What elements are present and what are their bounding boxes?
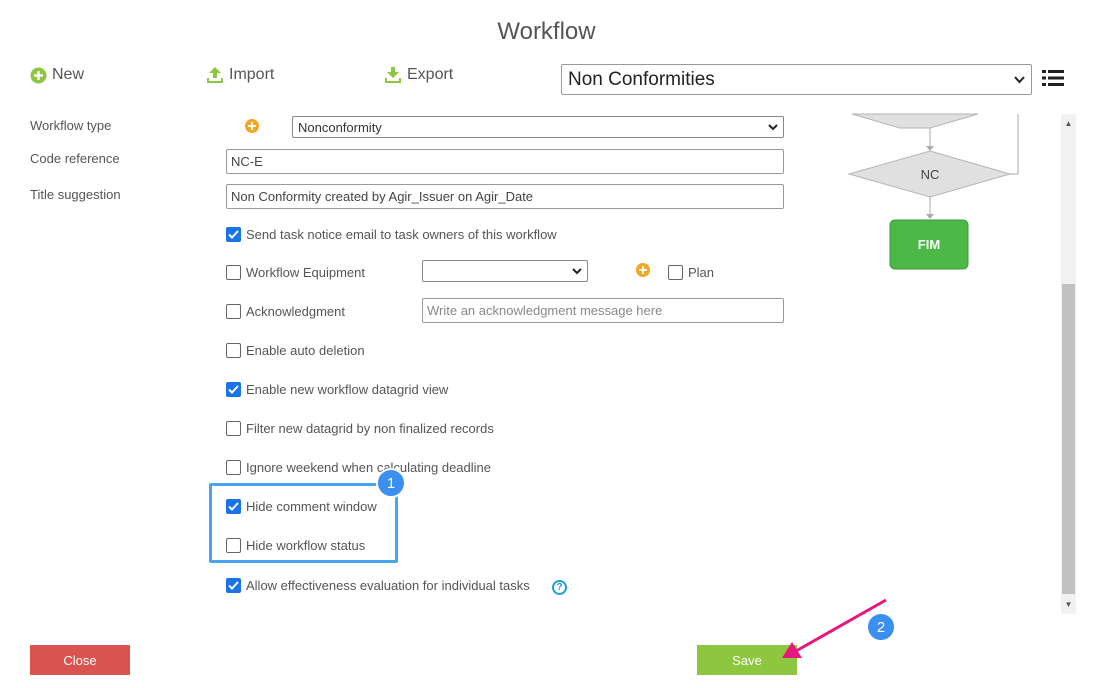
workflow-type-label: Workflow type bbox=[30, 118, 112, 133]
workflow-diagram: NC FIM bbox=[847, 113, 1019, 270]
checkbox-label: Acknowledgment bbox=[246, 304, 345, 319]
filter-datagrid-checkbox[interactable]: Filter new datagrid by non finalized rec… bbox=[226, 421, 494, 436]
download-icon bbox=[385, 67, 401, 83]
checkbox-label: Allow effectiveness evaluation for indiv… bbox=[246, 578, 530, 593]
checkbox-label: Enable new workflow datagrid view bbox=[246, 382, 449, 397]
add-equipment-icon[interactable] bbox=[636, 263, 650, 277]
hide-workflow-status-checkbox[interactable]: Hide workflow status bbox=[226, 538, 365, 553]
add-workflow-type-icon[interactable] bbox=[245, 119, 259, 133]
plan-label: Plan bbox=[688, 265, 715, 280]
new-datagrid-view-checkbox[interactable]: Enable new workflow datagrid view bbox=[226, 382, 448, 397]
code-reference-label: Code reference bbox=[30, 151, 120, 166]
workflow-type-select[interactable]: Nonconformity bbox=[292, 116, 784, 138]
scroll-up-icon[interactable]: ▲ bbox=[1061, 116, 1076, 131]
scroll-thumb[interactable] bbox=[1062, 284, 1075, 594]
checkbox-checked bbox=[226, 499, 241, 514]
workflow-select-value: Non Conformities bbox=[568, 68, 715, 90]
checkbox-unchecked bbox=[226, 421, 241, 436]
close-button[interactable]: Close bbox=[30, 645, 130, 675]
chevron-down-icon bbox=[1014, 75, 1025, 83]
acknowledgment-checkbox[interactable]: Acknowledgment bbox=[226, 304, 345, 319]
checkbox-label: Hide comment window bbox=[246, 499, 377, 514]
title-suggestion-label: Title suggestion bbox=[30, 187, 121, 202]
upload-icon bbox=[207, 67, 223, 83]
checkbox-unchecked bbox=[226, 343, 241, 358]
new-button[interactable]: New bbox=[30, 66, 84, 84]
import-label: Import bbox=[229, 66, 275, 83]
workflow-select[interactable]: Non Conformities bbox=[561, 64, 1032, 95]
chevron-down-icon bbox=[572, 267, 582, 274]
checkbox-label: Hide workflow status bbox=[246, 538, 366, 553]
page-title: Workflow bbox=[497, 18, 596, 45]
workflow-equipment-select[interactable] bbox=[422, 260, 588, 282]
title-suggestion-value: Non Conformity created by Agir_Issuer on… bbox=[231, 189, 534, 204]
help-icon[interactable]: ? bbox=[552, 580, 567, 595]
checkbox-label: Filter new datagrid by non finalized rec… bbox=[246, 421, 494, 436]
new-label: New bbox=[52, 66, 85, 83]
workflow-equipment-checkbox[interactable]: Workflow Equipment bbox=[226, 265, 365, 280]
acknowledgment-input[interactable]: Write an acknowledgment message here bbox=[422, 298, 784, 323]
code-reference-value: NC-E bbox=[231, 154, 263, 169]
checkbox-unchecked bbox=[226, 265, 241, 280]
ignore-weekend-checkbox[interactable]: Ignore weekend when calculating deadline bbox=[226, 460, 491, 475]
effectiveness-evaluation-checkbox[interactable]: Allow effectiveness evaluation for indiv… bbox=[226, 578, 530, 593]
checkbox-unchecked bbox=[226, 304, 241, 319]
checkbox-checked bbox=[226, 227, 241, 242]
checkbox-label: Enable auto deletion bbox=[246, 343, 365, 358]
send-task-notice-checkbox[interactable]: Send task notice email to task owners of… bbox=[226, 227, 557, 242]
annotation-badge-1: 1 bbox=[376, 468, 406, 498]
plus-circle-icon bbox=[30, 67, 47, 83]
checkbox-unchecked bbox=[668, 265, 683, 280]
checkbox-checked bbox=[226, 382, 241, 397]
diagram-end-label: FIM bbox=[918, 237, 940, 252]
import-button[interactable]: Import bbox=[206, 66, 274, 84]
checkbox-checked bbox=[226, 578, 241, 593]
chevron-down-icon bbox=[768, 123, 778, 130]
workflow-type-value: Nonconformity bbox=[298, 119, 382, 135]
diagram-decision-label: NC bbox=[921, 167, 940, 182]
code-reference-input[interactable]: NC-E bbox=[226, 149, 784, 174]
checkbox-label: Send task notice email to task owners of… bbox=[246, 227, 557, 242]
annotation-badge-2: 2 bbox=[866, 612, 896, 642]
scroll-down-icon[interactable]: ▼ bbox=[1061, 597, 1076, 612]
export-button[interactable]: Export bbox=[384, 66, 453, 84]
acknowledgment-placeholder: Write an acknowledgment message here bbox=[427, 303, 663, 318]
hide-comment-window-checkbox[interactable]: Hide comment window bbox=[226, 499, 377, 514]
title-suggestion-input[interactable]: Non Conformity created by Agir_Issuer on… bbox=[226, 184, 784, 209]
checkbox-label: Ignore weekend when calculating deadline bbox=[246, 460, 492, 475]
plan-checkbox[interactable]: Plan bbox=[668, 265, 714, 280]
auto-deletion-checkbox[interactable]: Enable auto deletion bbox=[226, 343, 365, 358]
checkbox-label: Workflow Equipment bbox=[246, 265, 365, 280]
checkbox-unchecked bbox=[226, 460, 241, 475]
checkbox-unchecked bbox=[226, 538, 241, 553]
list-menu-icon[interactable] bbox=[1042, 69, 1064, 87]
export-label: Export bbox=[407, 66, 454, 83]
vertical-scrollbar[interactable]: ▲ ▼ bbox=[1061, 114, 1076, 614]
